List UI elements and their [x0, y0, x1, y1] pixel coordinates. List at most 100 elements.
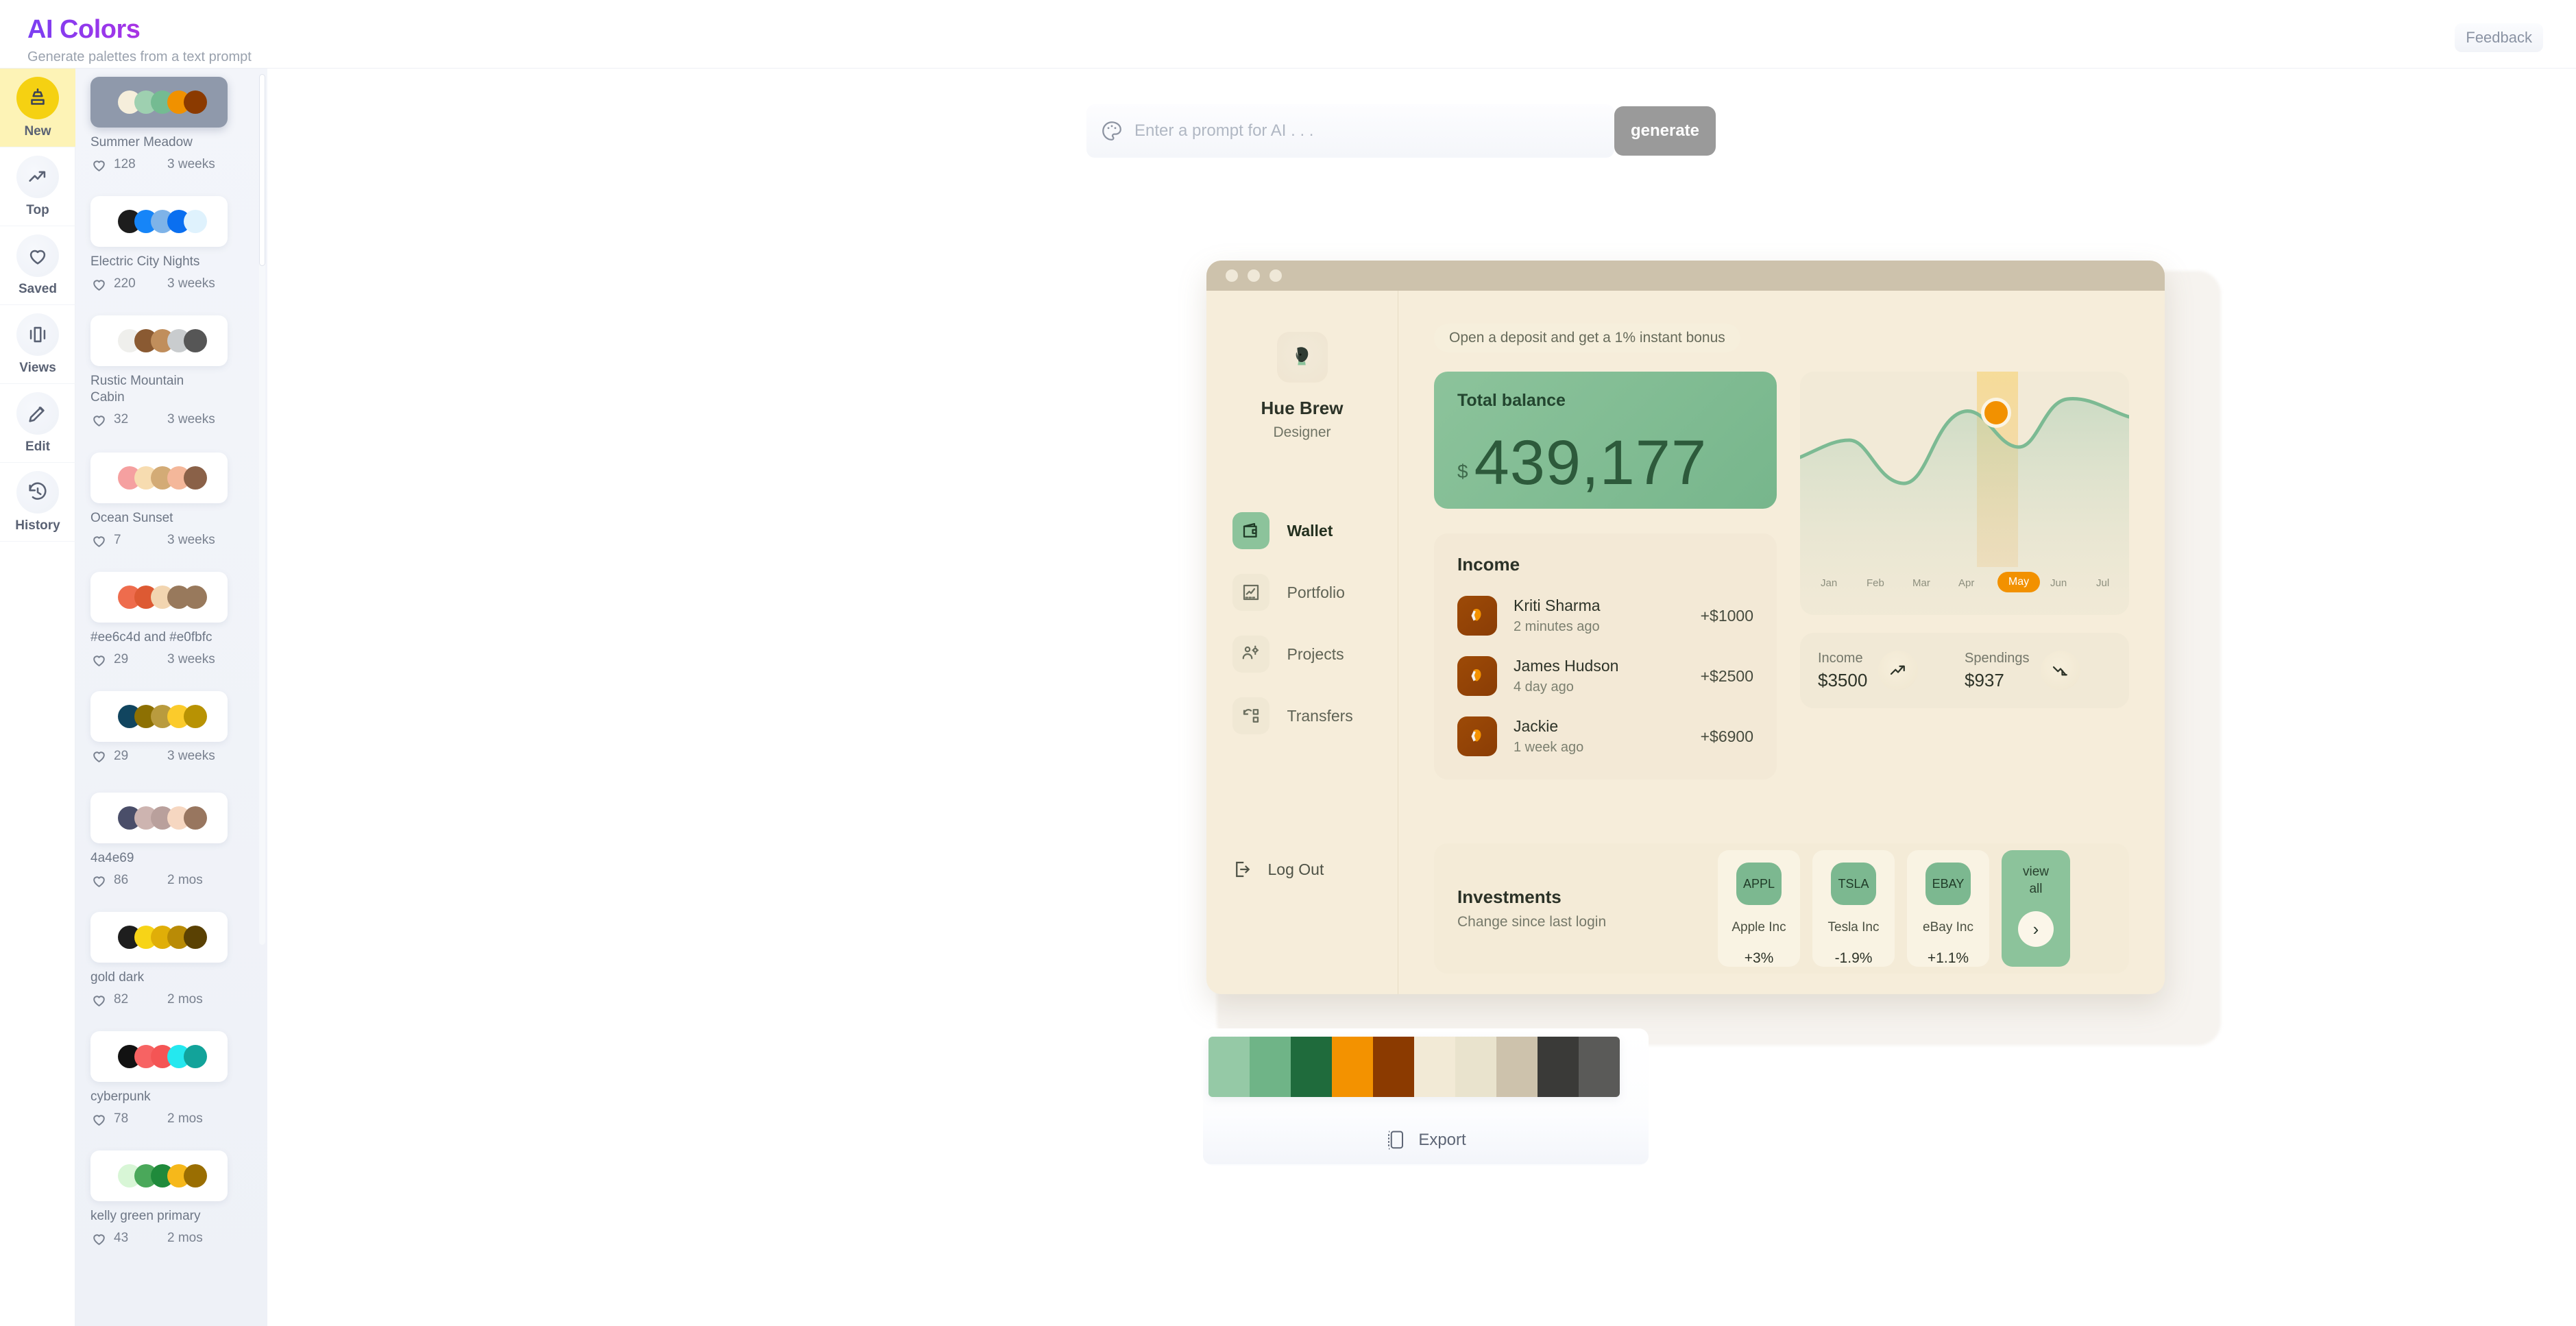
strip-color-cell[interactable]: [1538, 1037, 1579, 1097]
window-maximize-dot[interactable]: [1269, 269, 1282, 282]
rail-item-label: Edit: [25, 439, 50, 454]
mockup-nav-transfers[interactable]: Transfers: [1220, 695, 1385, 737]
income-row[interactable]: Kriti Sharma 2 minutes ago +$1000: [1457, 596, 1753, 636]
income-row[interactable]: Jackie 1 week ago +$6900: [1457, 716, 1753, 756]
palette-card[interactable]: cyberpunk 78 2 mos: [90, 1031, 228, 1128]
main-stage: generate Hue Brew Designer: [267, 69, 2576, 1326]
mockup-nav-portfolio[interactable]: Portfolio: [1220, 571, 1385, 614]
rail-item-new[interactable]: New: [0, 69, 75, 147]
strip-color-cell[interactable]: [1373, 1037, 1414, 1097]
feedback-link[interactable]: Feedback: [2455, 23, 2543, 52]
palette-list-scrollbar[interactable]: [259, 74, 265, 945]
carousel-icon-wrap: [16, 313, 59, 356]
chart-tick[interactable]: Jun: [2050, 577, 2067, 589]
palette-card[interactable]: Summer Meadow 128 3 weeks: [90, 77, 228, 173]
stat-label: Spendings: [1965, 650, 2030, 666]
scrollbar-thumb[interactable]: [259, 74, 265, 266]
mockup-nav-wallet[interactable]: Wallet: [1220, 509, 1385, 552]
palette-swatch-box[interactable]: [90, 77, 228, 128]
palette-swatch-box[interactable]: [90, 1031, 228, 1082]
palette-card[interactable]: kelly green primary 43 2 mos: [90, 1150, 228, 1247]
rail-item-top[interactable]: Top: [0, 147, 75, 226]
palette-card[interactable]: 29 3 weeks: [90, 691, 228, 764]
investment-tile[interactable]: EBAY eBay Inc +1.1%: [1907, 850, 1989, 967]
stat-text: Income $3500: [1818, 651, 1867, 691]
income-person: James Hudson 4 day ago: [1514, 657, 1701, 695]
export-label: Export: [1418, 1131, 1466, 1149]
income-amount: +$2500: [1700, 666, 1753, 685]
palette-meta: 78 2 mos: [90, 1111, 228, 1128]
palette-swatch-box[interactable]: [90, 572, 228, 623]
chart-tick[interactable]: Feb: [1867, 577, 1884, 589]
rail-item-history[interactable]: History: [0, 463, 75, 542]
chart-tick[interactable]: Jan: [1821, 577, 1837, 589]
palette-card[interactable]: Rustic Mountain Cabin 32 3 weeks: [90, 315, 228, 429]
strip-color-cell[interactable]: [1250, 1037, 1291, 1097]
palette-swatch-box[interactable]: [90, 793, 228, 843]
prompt-field[interactable]: [1086, 104, 1614, 158]
palette-swatch-box[interactable]: [90, 691, 228, 742]
investments-items: APPL Apple Inc +3% TSLA Tesla Inc -1.9% EBAY eB…: [1718, 850, 2070, 967]
stamp-icon-wrap: [16, 76, 59, 119]
mockup-logout-label: Log Out: [1267, 860, 1324, 878]
palette-like-count: 86: [114, 873, 129, 888]
heart-icon-wrap: [16, 234, 59, 277]
palette-card[interactable]: #ee6c4d and #e0fbfc 29 3 weeks: [90, 572, 228, 668]
palette-dots: [118, 705, 207, 728]
mockup-titlebar: [1206, 261, 2165, 291]
mockup-nav-projects[interactable]: Projects: [1220, 633, 1385, 675]
palette-card[interactable]: gold dark 82 2 mos: [90, 912, 228, 1009]
palette-card[interactable]: Ocean Sunset 7 3 weeks: [90, 453, 228, 549]
palette-dots: [118, 329, 207, 352]
strip-color-cell[interactable]: [1291, 1037, 1332, 1097]
palette-swatch-box[interactable]: [90, 196, 228, 247]
investment-tile[interactable]: APPL Apple Inc +3%: [1718, 850, 1800, 967]
chart-tick[interactable]: Jul: [2096, 577, 2109, 589]
palette-meta: 86 2 mos: [90, 872, 228, 889]
stats-card: Income $3500 Spendings $937: [1800, 633, 2129, 708]
chart-marker-may[interactable]: [1981, 398, 2011, 428]
rail-item-edit[interactable]: Edit: [0, 384, 75, 463]
mockup-right-column: Jan Feb Mar Apr May Jun Jul Income $3500 Spendin…: [1800, 372, 2129, 780]
window-minimize-dot[interactable]: [1248, 269, 1260, 282]
balance-chart[interactable]: Jan Feb Mar Apr May Jun Jul: [1800, 372, 2129, 615]
strip-color-cell[interactable]: [1208, 1037, 1250, 1097]
stat-label: Income: [1818, 650, 1863, 666]
mockup-logout-button[interactable]: Log Out: [1220, 859, 1385, 880]
income-row[interactable]: James Hudson 4 day ago +$2500: [1457, 656, 1753, 696]
palette-card[interactable]: Electric City Nights 220 3 weeks: [90, 196, 228, 293]
mockup-nav-label: Wallet: [1287, 521, 1333, 540]
palette-age: 3 weeks: [167, 276, 215, 291]
color-strip[interactable]: [1208, 1037, 1620, 1097]
palette-list[interactable]: Summer Meadow 128 3 weeks Electric City Nig…: [75, 69, 267, 1326]
income-time: 2 minutes ago: [1514, 619, 1600, 634]
window-close-dot[interactable]: [1226, 269, 1238, 282]
prompt-input[interactable]: [1134, 121, 1573, 141]
chart-tick[interactable]: Mar: [1912, 577, 1930, 589]
investment-tile[interactable]: TSLA Tesla Inc -1.9%: [1812, 850, 1895, 967]
strip-color-cell[interactable]: [1332, 1037, 1373, 1097]
generate-button[interactable]: generate: [1614, 106, 1716, 156]
palette-age: 3 weeks: [167, 748, 215, 763]
palette-swatch-box[interactable]: [90, 315, 228, 366]
income-rows: Kriti Sharma 2 minutes ago +$1000 James Hud…: [1457, 596, 1753, 756]
palette-swatch-box[interactable]: [90, 1150, 228, 1201]
strip-color-cell[interactable]: [1455, 1037, 1496, 1097]
palette-swatch-box[interactable]: [90, 453, 228, 503]
chart-tick[interactable]: Apr: [1958, 577, 1974, 589]
palette-card[interactable]: 4a4e69 86 2 mos: [90, 793, 228, 889]
strip-color-cell[interactable]: [1496, 1037, 1538, 1097]
strip-color-cell[interactable]: [1579, 1037, 1620, 1097]
palette-dots: [118, 91, 207, 114]
rail-item-saved[interactable]: Saved: [0, 226, 75, 305]
heart-icon: [93, 415, 105, 426]
strip-color-cell[interactable]: [1414, 1037, 1455, 1097]
mockup-main: Open a deposit and get a 1% instant bonu…: [1398, 291, 2165, 994]
rail-item-views[interactable]: Views: [0, 305, 75, 384]
view-all-button[interactable]: view all ›: [2002, 850, 2070, 967]
investment-ticker: EBAY: [1925, 863, 1971, 905]
palette-swatch-box[interactable]: [90, 912, 228, 963]
export-button[interactable]: Export: [1203, 1116, 1649, 1164]
chart-tick-active[interactable]: May: [1997, 572, 2040, 592]
investment-ticker: APPL: [1736, 863, 1782, 905]
